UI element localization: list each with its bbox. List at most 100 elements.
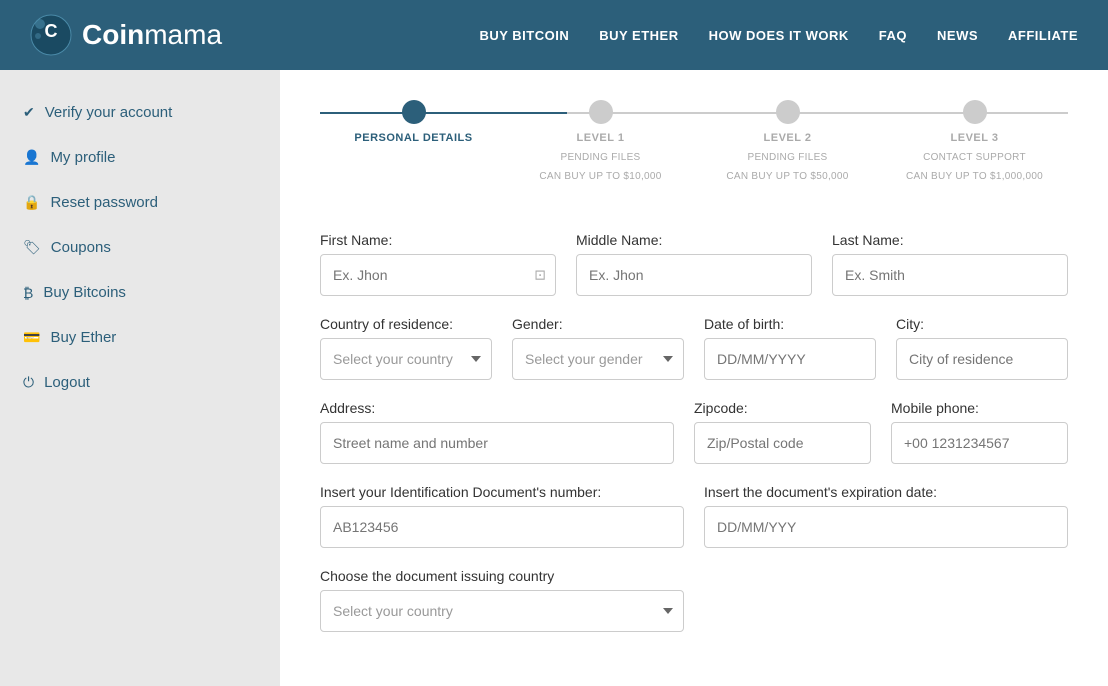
middle-name-group: Middle Name: [576,232,812,296]
step-dot-level3 [963,100,987,124]
gender-group: Gender: Select your gender [512,316,684,380]
city-label: City: [896,316,1068,332]
placeholder-group [704,568,1068,632]
country-gender-row: Country of residence: Select your countr… [320,316,1068,380]
nav-how-it-works[interactable]: HOW DOES IT WORK [709,28,849,43]
step-sub2-level1: CAN BUY UP TO $10,000 [539,171,661,182]
step-dot-personal [402,100,426,124]
doc-issuing-country-group: Choose the document issuing country Sele… [320,568,684,632]
doc-issuing-country-select[interactable]: Select your country [320,590,684,632]
doc-expiration-group: Insert the document's expiration date: [704,484,1068,548]
sidebar-item-reset-password[interactable]: 🔒 Reset password [0,180,280,225]
logo-text-mama: mama [144,19,222,50]
first-name-wrapper: ⊡ [320,254,556,296]
sidebar-label-reset-password: Reset password [50,194,158,211]
bitcoin-icon: ₿ [23,285,33,301]
mobile-phone-input[interactable] [891,422,1068,464]
step-level-2: LEVEL 2 PENDING FILES CAN BUY UP TO $50,… [694,100,881,182]
first-name-label: First Name: [320,232,556,248]
gender-label: Gender: [512,316,684,332]
id-doc-number-input[interactable] [320,506,684,548]
checkmark-icon: ✔ [23,104,35,121]
sidebar-item-buy-ether[interactable]: 💳 Buy Ether [0,315,280,360]
svg-text:C: C [45,21,58,41]
doc-country-row: Choose the document issuing country Sele… [320,568,1068,632]
main-content: PERSONAL DETAILS LEVEL 1 PENDING FILES C… [280,70,1108,686]
step-level-1: LEVEL 1 PENDING FILES CAN BUY UP TO $10,… [507,100,694,182]
mobile-phone-label: Mobile phone: [891,400,1068,416]
gender-select[interactable]: Select your gender [512,338,684,380]
step-label-level2: LEVEL 2 [764,132,812,144]
last-name-label: Last Name: [832,232,1068,248]
step-label-level1: LEVEL 1 [577,132,625,144]
sidebar-item-my-profile[interactable]: 👤 My profile [0,135,280,180]
name-row: First Name: ⊡ Middle Name: Last Name: [320,232,1068,296]
dob-input[interactable] [704,338,876,380]
zipcode-input[interactable] [694,422,871,464]
address-label: Address: [320,400,674,416]
tag-icon: 🏷 [23,239,41,256]
doc-expiration-label: Insert the document's expiration date: [704,484,1068,500]
mobile-phone-group: Mobile phone: [891,400,1068,464]
logo-text-coin: Coin [82,19,144,50]
sidebar-label-buy-ether: Buy Ether [50,329,116,346]
zipcode-label: Zipcode: [694,400,871,416]
step-sub2-level3: CAN BUY UP TO $1,000,000 [906,171,1043,182]
middle-name-input[interactable] [576,254,812,296]
logout-icon: ⏻ [23,374,34,391]
user-icon: 👤 [23,149,40,166]
country-of-residence-group: Country of residence: Select your countr… [320,316,492,380]
zipcode-group: Zipcode: [694,400,871,464]
ether-icon: 💳 [23,329,40,346]
step-sub1-level2: PENDING FILES [747,152,827,163]
sidebar-label-logout: Logout [44,374,90,391]
sidebar: ✔ Verify your account 👤 My profile 🔒 Res… [0,70,280,686]
last-name-group: Last Name: [832,232,1068,296]
nav-faq[interactable]: FAQ [879,28,907,43]
city-group: City: [896,316,1068,380]
sidebar-label-buy-bitcoins: Buy Bitcoins [43,284,126,301]
nav-buy-ether[interactable]: BUY ETHER [599,28,678,43]
sidebar-item-coupons[interactable]: 🏷 Coupons [0,225,280,270]
step-level-3: LEVEL 3 CONTACT SUPPORT CAN BUY UP TO $1… [881,100,1068,182]
step-personal-details: PERSONAL DETAILS [320,100,507,144]
first-name-group: First Name: ⊡ [320,232,556,296]
nav: BUY BITCOIN BUY ETHER HOW DOES IT WORK F… [479,28,1078,43]
sidebar-label-my-profile: My profile [50,149,115,166]
id-doc-row: Insert your Identification Document's nu… [320,484,1068,548]
doc-issuing-country-label: Choose the document issuing country [320,568,684,584]
logo[interactable]: C Coinmama [30,14,222,56]
nav-news[interactable]: NEWS [937,28,978,43]
sidebar-label-verify-account: Verify your account [45,104,173,121]
step-label-level3: LEVEL 3 [951,132,999,144]
sidebar-label-coupons: Coupons [51,239,111,256]
country-of-residence-select[interactable]: Select your country [320,338,492,380]
id-doc-number-label: Insert your Identification Document's nu… [320,484,684,500]
nav-buy-bitcoin[interactable]: BUY BITCOIN [479,28,569,43]
address-row: Address: Zipcode: Mobile phone: [320,400,1068,464]
country-of-residence-label: Country of residence: [320,316,492,332]
id-doc-number-group: Insert your Identification Document's nu… [320,484,684,548]
dob-group: Date of birth: [704,316,876,380]
layout: ✔ Verify your account 👤 My profile 🔒 Res… [0,70,1108,686]
first-name-input[interactable] [320,254,556,296]
nav-affiliate[interactable]: AFFILIATE [1008,28,1078,43]
step-sub1-level3: CONTACT SUPPORT [923,152,1026,163]
last-name-input[interactable] [832,254,1068,296]
address-input[interactable] [320,422,674,464]
sidebar-item-logout[interactable]: ⏻ Logout [0,360,280,405]
city-input[interactable] [896,338,1068,380]
step-sub1-level1: PENDING FILES [560,152,640,163]
lock-icon: 🔒 [23,194,40,211]
step-dot-level1 [589,100,613,124]
sidebar-item-buy-bitcoins[interactable]: ₿ Buy Bitcoins [0,270,280,315]
dob-label: Date of birth: [704,316,876,332]
sidebar-item-verify-account[interactable]: ✔ Verify your account [0,90,280,135]
doc-expiration-input[interactable] [704,506,1068,548]
step-dot-level2 [776,100,800,124]
step-label-personal: PERSONAL DETAILS [354,132,472,144]
step-sub2-level2: CAN BUY UP TO $50,000 [726,171,848,182]
header: C Coinmama BUY BITCOIN BUY ETHER HOW DOE… [0,0,1108,70]
address-group: Address: [320,400,674,464]
personal-details-form: First Name: ⊡ Middle Name: Last Name: [320,232,1068,632]
